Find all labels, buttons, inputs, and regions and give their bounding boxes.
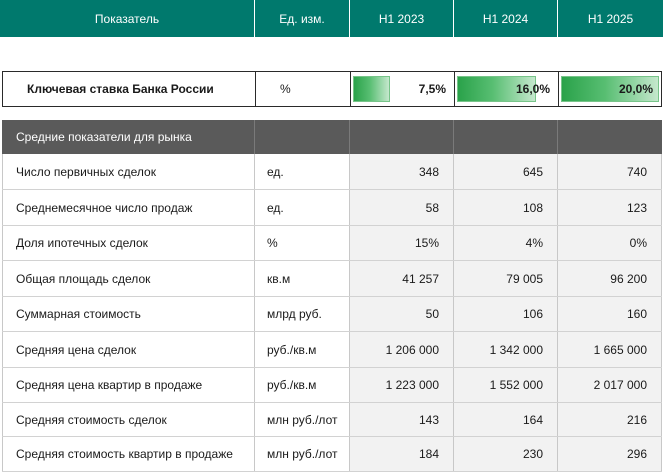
key-rate-unit: %	[280, 82, 291, 96]
row-value-2024: 106	[522, 307, 543, 321]
row-value-2025: 216	[626, 412, 647, 427]
row-value-2025: 160	[626, 307, 647, 321]
key-rate-label: Ключевая ставка Банка России	[27, 82, 214, 96]
row-label: Средняя цена сделок	[16, 342, 137, 357]
row-unit: руб./кв.м	[267, 342, 317, 357]
row-label: Общая площадь сделок	[16, 271, 151, 286]
row-unit: млн руб./лот	[267, 447, 338, 461]
section-title: Средние показатели для рынка	[16, 130, 192, 144]
row-value-2025: 0%	[629, 236, 647, 250]
divider	[557, 120, 558, 154]
row-value-2025: 1 665 000	[593, 342, 647, 357]
row-unit: ед.	[267, 164, 284, 179]
key-rate-cell-2023: 7,5%	[351, 72, 454, 106]
row-unit: кв.м	[267, 271, 291, 286]
row-value-2023: 184	[418, 447, 439, 461]
row-label: Суммарная стоимость	[16, 307, 141, 321]
row-label: Средняя стоимость сделок	[16, 412, 167, 427]
header-indicator: Показатель	[0, 0, 254, 37]
row-divider	[2, 471, 662, 472]
row-value-2024: 108	[522, 200, 543, 215]
row-value-2023: 58	[425, 200, 439, 215]
key-rate-value-2023: 7,5%	[418, 82, 446, 96]
row-value-2024: 164	[522, 412, 543, 427]
row-label: Средняя стоимость квартир в продаже	[16, 447, 233, 461]
header-unit: Ед. изм.	[255, 0, 349, 37]
key-rate-value-2025: 20,0%	[618, 82, 653, 96]
key-rate-row: Ключевая ставка Банка России % 7,5% 16,0…	[2, 71, 662, 107]
divider	[453, 120, 454, 154]
header-h1-2023: H1 2023	[350, 0, 453, 37]
row-value-2023: 15%	[414, 236, 439, 250]
row-value-2025: 96 200	[610, 271, 647, 286]
row-value-2024: 4%	[525, 236, 543, 250]
row-label: Число первичных сделок	[16, 164, 156, 179]
row-value-2023: 1 206 000	[385, 342, 439, 357]
row-value-2023: 348	[418, 164, 439, 179]
row-value-2023: 41 257	[402, 271, 439, 286]
key-rate-cell-2024: 16,0%	[455, 72, 558, 106]
row-value-2024: 1 342 000	[489, 342, 543, 357]
row-unit: ед.	[267, 200, 284, 215]
row-unit: млн руб./лот	[267, 412, 338, 427]
row-value-2024: 645	[522, 164, 543, 179]
row-value-2023: 50	[425, 307, 439, 321]
section-header: Средние показатели для рынка	[2, 120, 662, 154]
row-label: Среднемесячное число продаж	[16, 200, 193, 215]
row-label: Доля ипотечных сделок	[16, 236, 148, 250]
row-value-2024: 79 005	[506, 271, 543, 286]
row-value-2023: 1 223 000	[385, 378, 439, 392]
row-value-2025: 740	[626, 164, 647, 179]
divider	[254, 120, 255, 154]
row-value-2025: 2 017 000	[593, 378, 647, 392]
row-unit: млрд руб.	[267, 307, 322, 321]
divider	[349, 120, 350, 154]
row-value-2025: 296	[626, 447, 647, 461]
row-label: Средняя цена квартир в продаже	[16, 378, 203, 392]
header-h1-2024: H1 2024	[454, 0, 557, 37]
divider	[661, 154, 662, 471]
header-h1-2025: H1 2025	[558, 0, 663, 37]
row-value-2025: 123	[626, 200, 647, 215]
key-rate-value-2024: 16,0%	[515, 82, 550, 96]
row-value-2023: 143	[418, 412, 439, 427]
row-value-2024: 230	[522, 447, 543, 461]
key-rate-cell-2025: 20,0%	[559, 72, 661, 106]
row-value-2024: 1 552 000	[489, 378, 543, 392]
row-unit: %	[267, 236, 278, 250]
row-unit: руб./кв.м	[267, 378, 317, 392]
key-rate-bar	[353, 76, 390, 102]
